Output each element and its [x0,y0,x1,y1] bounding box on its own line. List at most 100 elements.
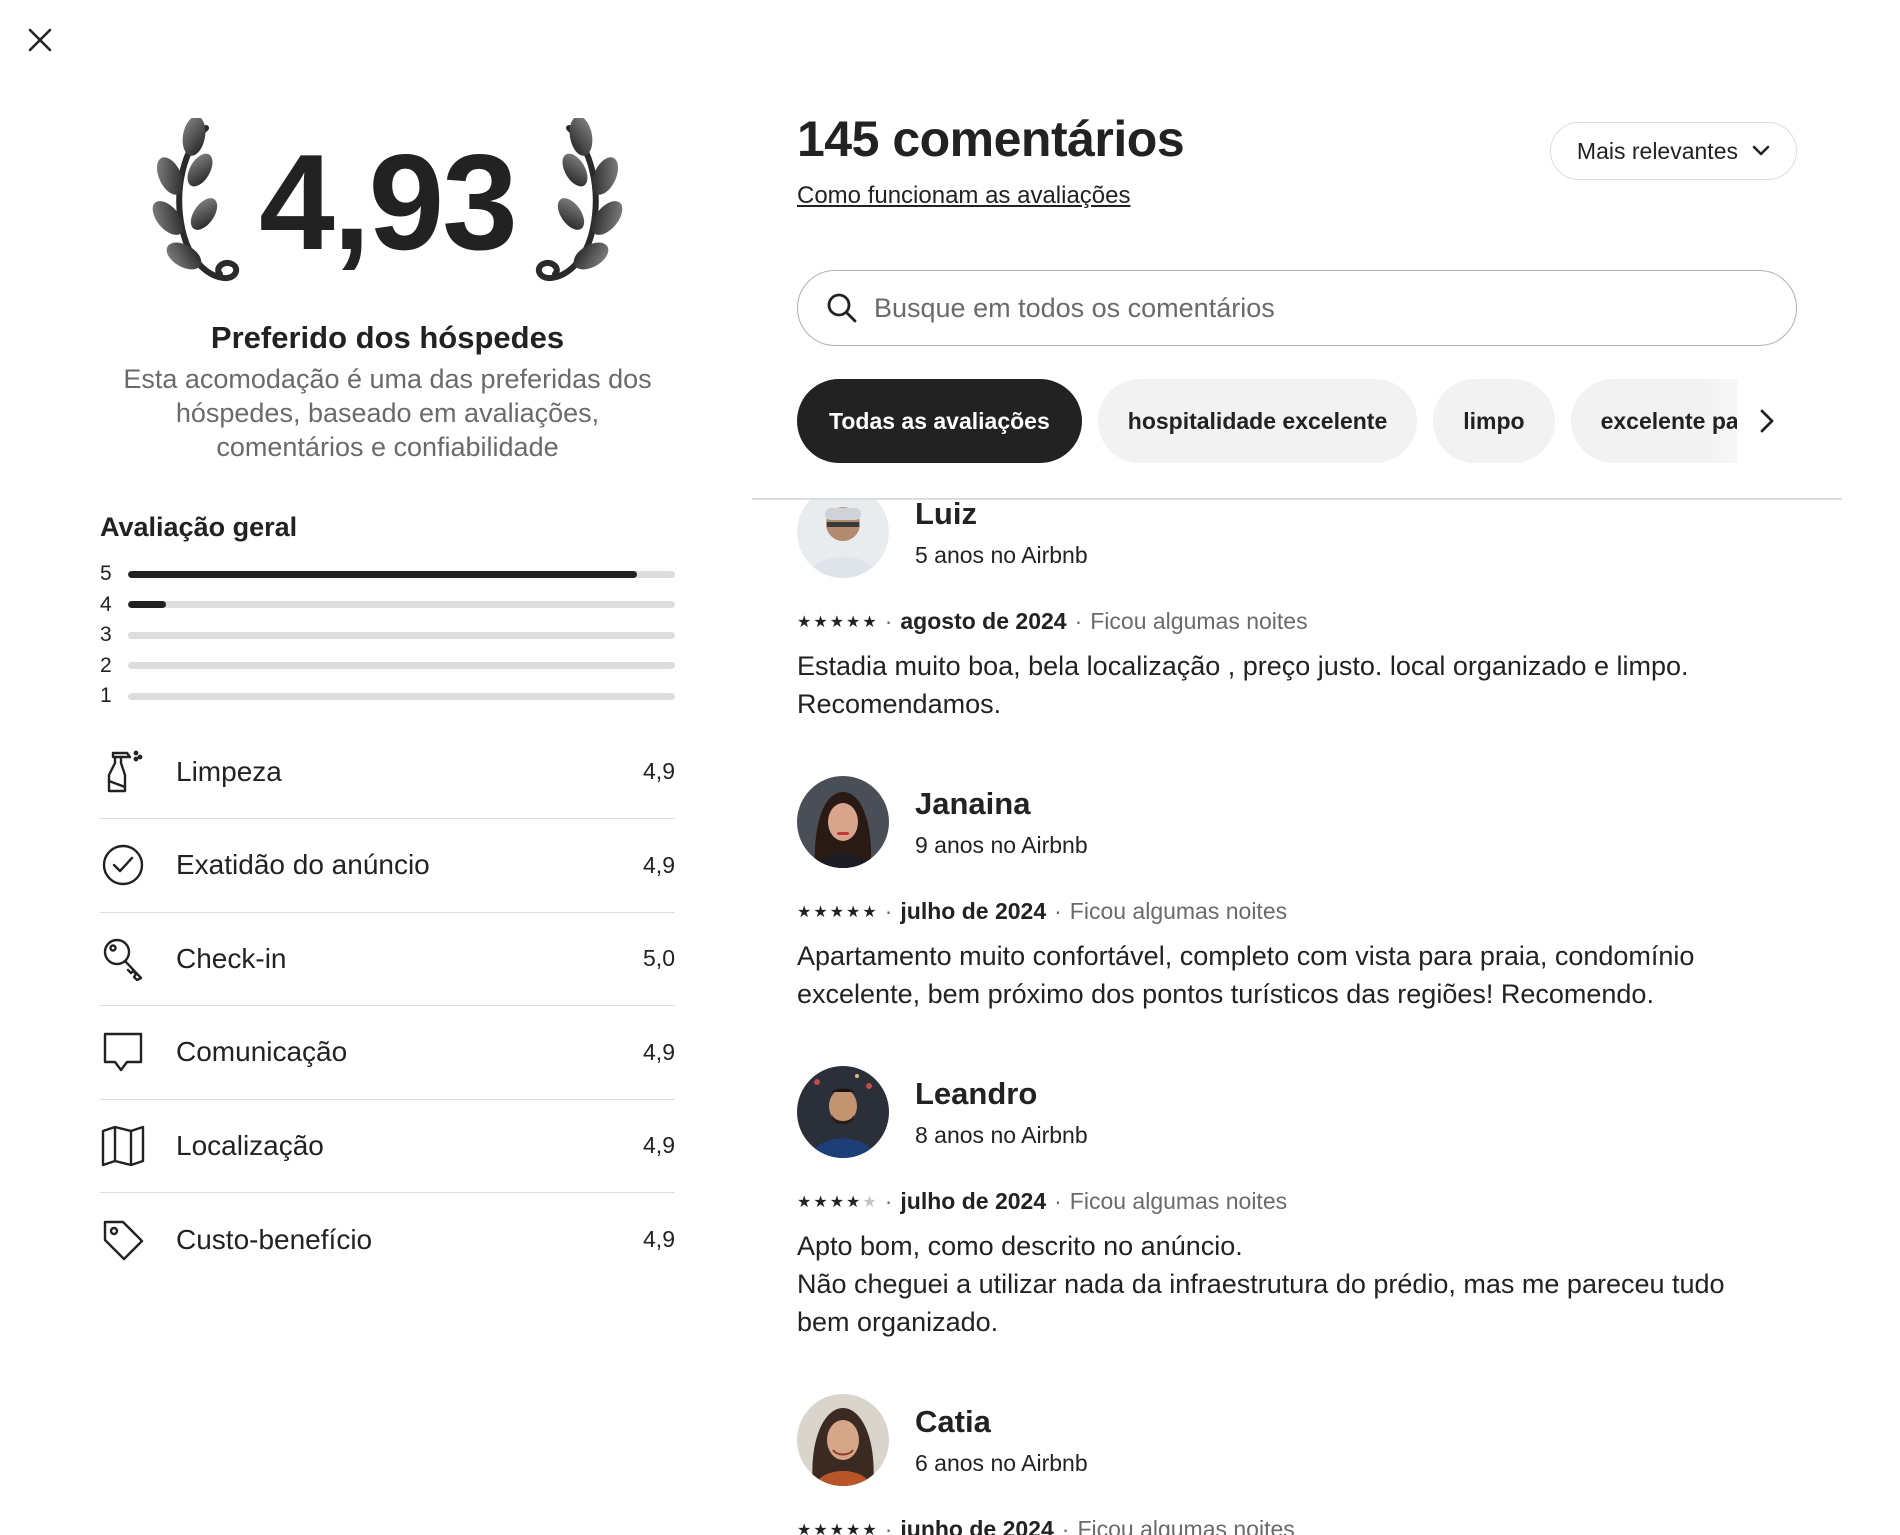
category-label: Limpeza [176,755,282,787]
star-icon: ★ [862,613,877,631]
reviewer-name: Leandro [915,1075,1038,1111]
stay-length: Ficou algumas noites [1069,898,1288,924]
chips-scroll-right-button[interactable] [1737,378,1797,464]
category-value: 5,0 [643,945,675,972]
distribution-row: 2 [100,651,675,682]
category-ratings: Limpeza 4,9 Exatidão do anúncio 4,9 Chec… [100,726,675,1287]
star-icon: ★ [813,613,828,631]
star-icon: ★ [862,1521,877,1535]
distribution-star-label: 5 [100,562,112,586]
how-reviews-work-link[interactable]: Como funcionam as avaliações [797,182,1131,210]
category-value: 4,9 [643,851,675,878]
category-row-value: Custo-benefício 4,9 [100,1193,675,1287]
reviews-list[interactable]: Luiz 5 anos no Airbnb ★ ★ ★ ★ ★ · agosto de … [797,500,1797,1535]
reviews-search-box[interactable] [797,270,1797,346]
category-value: 4,9 [643,1132,675,1159]
avatar[interactable] [797,500,889,578]
review-filter-chips: Todas as avaliações hospitalidade excele… [797,378,1797,464]
stay-length: Ficou algumas noites [1069,1188,1288,1214]
distribution-row: 5 [100,559,675,590]
chip-all-reviews[interactable]: Todas as avaliações [797,379,1082,463]
category-row-communication: Comunicação 4,9 [100,1006,675,1100]
star-icon: ★ [797,903,812,921]
chip-clean[interactable]: limpo [1433,379,1555,463]
category-value: 4,9 [643,1038,675,1065]
star-icon: ★ [862,1193,877,1211]
reviewer-name: Luiz [915,500,977,531]
category-row-location: Localização 4,9 [100,1100,675,1193]
star-rating: ★ ★ ★ ★ ★ [797,1192,877,1212]
guest-favorite-title: Preferido dos hóspedes [210,320,565,355]
reviewer-tenure: 5 anos no Airbnb [915,541,1088,568]
chip-hospitality[interactable]: hospitalidade excelente [1097,379,1418,463]
search-icon [827,293,857,323]
tag-icon [100,1217,146,1263]
review-item: Catia 6 anos no Airbnb ★ ★ ★ ★ ★ · junho de … [797,1394,1797,1535]
distribution-bar-fill [128,570,637,578]
distribution-star-label: 3 [100,623,112,647]
review-text: Apto bom, como descrito no anúncio. Não … [797,1231,1725,1337]
review-item: Janaina 9 anos no Airbnb ★ ★ ★ ★ ★ · julho d… [797,776,1797,1013]
category-label: Exatidão do anúncio [176,849,430,881]
laurel-right-icon [535,118,623,282]
overall-rating-value: 4,93 [259,126,518,278]
star-icon: ★ [797,613,812,631]
sort-dropdown[interactable]: Mais relevantes [1549,122,1797,180]
avatar[interactable] [797,1394,889,1486]
distribution-star-label: 4 [100,592,112,616]
category-row-checkin: Check-in 5,0 [100,913,675,1006]
rating-summary-panel: 4,93 Preferido dos hóspedes Esta acomoda… [100,100,675,1287]
star-icon: ★ [829,1521,845,1535]
star-icon: ★ [846,903,861,921]
stay-length: Ficou algumas noites [1077,1516,1295,1535]
laurel-left-icon [152,118,240,282]
reviewer-name: Janaina [915,785,1031,821]
rating-distribution: 5 4 3 2 1 [100,559,675,712]
map-icon [100,1123,146,1169]
distribution-bar-track [128,601,675,609]
distribution-star-label: 1 [100,684,112,708]
rating-hero: 4,93 [100,100,675,300]
stay-length: Ficou algumas noites [1090,608,1308,634]
reviews-search-input[interactable] [874,292,1796,324]
key-icon [100,936,146,982]
distribution-bar-track [128,662,675,670]
star-rating: ★ ★ ★ ★ ★ [797,612,877,632]
close-icon [28,28,52,52]
check-circle-icon [100,842,146,888]
sort-dropdown-label: Mais relevantes [1576,137,1738,164]
distribution-bar-fill [128,601,167,609]
distribution-row: 3 [100,620,675,651]
distribution-row: 4 [100,590,675,621]
category-label: Comunicação [176,1036,348,1068]
star-icon: ★ [797,1521,812,1535]
review-date: julho de 2024 [900,1188,1047,1214]
distribution-bar-track [128,570,675,578]
category-row-accuracy: Exatidão do anúncio 4,9 [100,819,675,913]
star-icon: ★ [813,903,828,921]
close-button[interactable] [22,22,58,58]
review-item: Leandro 8 anos no Airbnb ★ ★ ★ ★ ★ · julho d… [797,1066,1797,1341]
star-rating: ★ ★ ★ ★ ★ [797,1520,877,1535]
reviews-panel: 145 comentários Como funcionam as avalia… [797,110,1797,464]
avatar[interactable] [797,776,889,868]
star-icon: ★ [846,1521,861,1535]
reviewer-tenure: 6 anos no Airbnb [915,1449,1088,1476]
star-icon: ★ [846,613,861,631]
avatar[interactable] [797,1066,889,1158]
spray-bottle-icon [100,749,146,795]
star-icon: ★ [846,1193,861,1211]
review-item: Luiz 5 anos no Airbnb ★ ★ ★ ★ ★ · agosto de … [797,500,1797,723]
reviewer-tenure: 8 anos no Airbnb [915,1121,1088,1148]
review-text: Apartamento muito confortável, completo … [797,941,1695,1009]
guest-favorite-description: Esta acomodação é uma das preferidas dos… [123,364,652,462]
reviewer-name: Catia [915,1403,991,1439]
star-rating: ★ ★ ★ ★ ★ [797,902,877,922]
category-label: Custo-benefício [176,1223,373,1255]
category-label: Localização [176,1129,324,1161]
category-label: Check-in [176,942,287,974]
category-value: 4,9 [643,758,675,785]
star-icon: ★ [829,1193,845,1211]
review-date: agosto de 2024 [900,608,1067,634]
distribution-row: 1 [100,681,675,712]
